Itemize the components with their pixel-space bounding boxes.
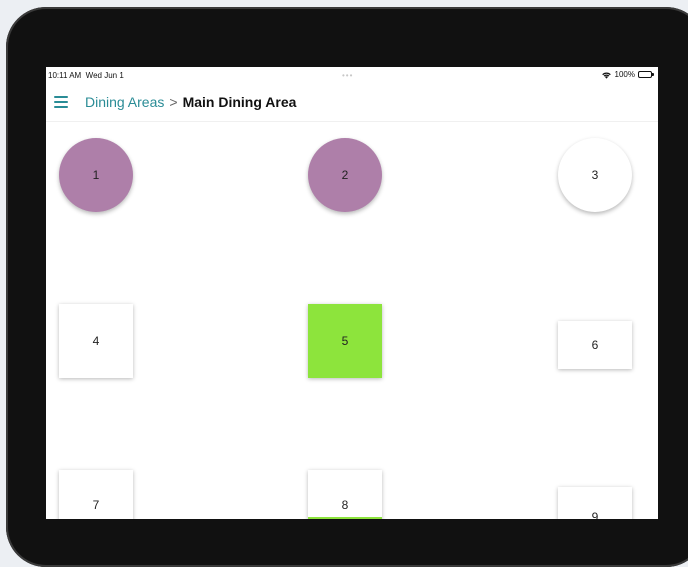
app-bar: Dining Areas > Main Dining Area [46, 85, 658, 122]
status-right-group: 100% [601, 70, 654, 79]
breadcrumb-current-page: Main Dining Area [182, 94, 297, 110]
table-label: 7 [92, 498, 100, 512]
status-time-clock: 10:11 AM [48, 71, 82, 80]
table-4[interactable]: 4 [59, 304, 133, 378]
status-time: 10:11 AM Wed Jun 1 [48, 71, 124, 80]
breadcrumb-separator: > [169, 94, 178, 110]
table-label: 4 [92, 334, 100, 348]
breadcrumb-dining-areas[interactable]: Dining Areas [85, 94, 164, 110]
table-3[interactable]: 3 [558, 138, 632, 212]
table-7[interactable]: 7 [59, 470, 133, 519]
table-label: 9 [591, 510, 599, 519]
table-label: 6 [591, 338, 599, 352]
table-1[interactable]: 1 [59, 138, 133, 212]
status-date: Wed Jun 1 [85, 71, 124, 80]
table-label: 5 [341, 334, 349, 348]
wifi-icon [601, 71, 612, 79]
table-label: 8 [341, 498, 349, 512]
multitask-dots-icon[interactable]: ••• [342, 71, 353, 80]
breadcrumb: Dining Areas > Main Dining Area [85, 94, 296, 110]
status-bar: 10:11 AM Wed Jun 1 ••• 100% [46, 67, 658, 85]
table-5[interactable]: 5 [308, 304, 382, 378]
table-label: 2 [341, 168, 349, 182]
table-label: 3 [591, 168, 599, 182]
table-2[interactable]: 2 [308, 138, 382, 212]
hamburger-menu-icon[interactable] [54, 96, 68, 108]
table-label: 1 [92, 168, 100, 182]
table-8[interactable]: 8 [308, 470, 382, 519]
battery-percent: 100% [614, 70, 635, 79]
app-screen: 10:11 AM Wed Jun 1 ••• 100% Dining Areas… [46, 67, 658, 519]
battery-icon [638, 71, 654, 78]
table-9[interactable]: 9 [558, 487, 632, 519]
table-6[interactable]: 6 [558, 321, 632, 369]
